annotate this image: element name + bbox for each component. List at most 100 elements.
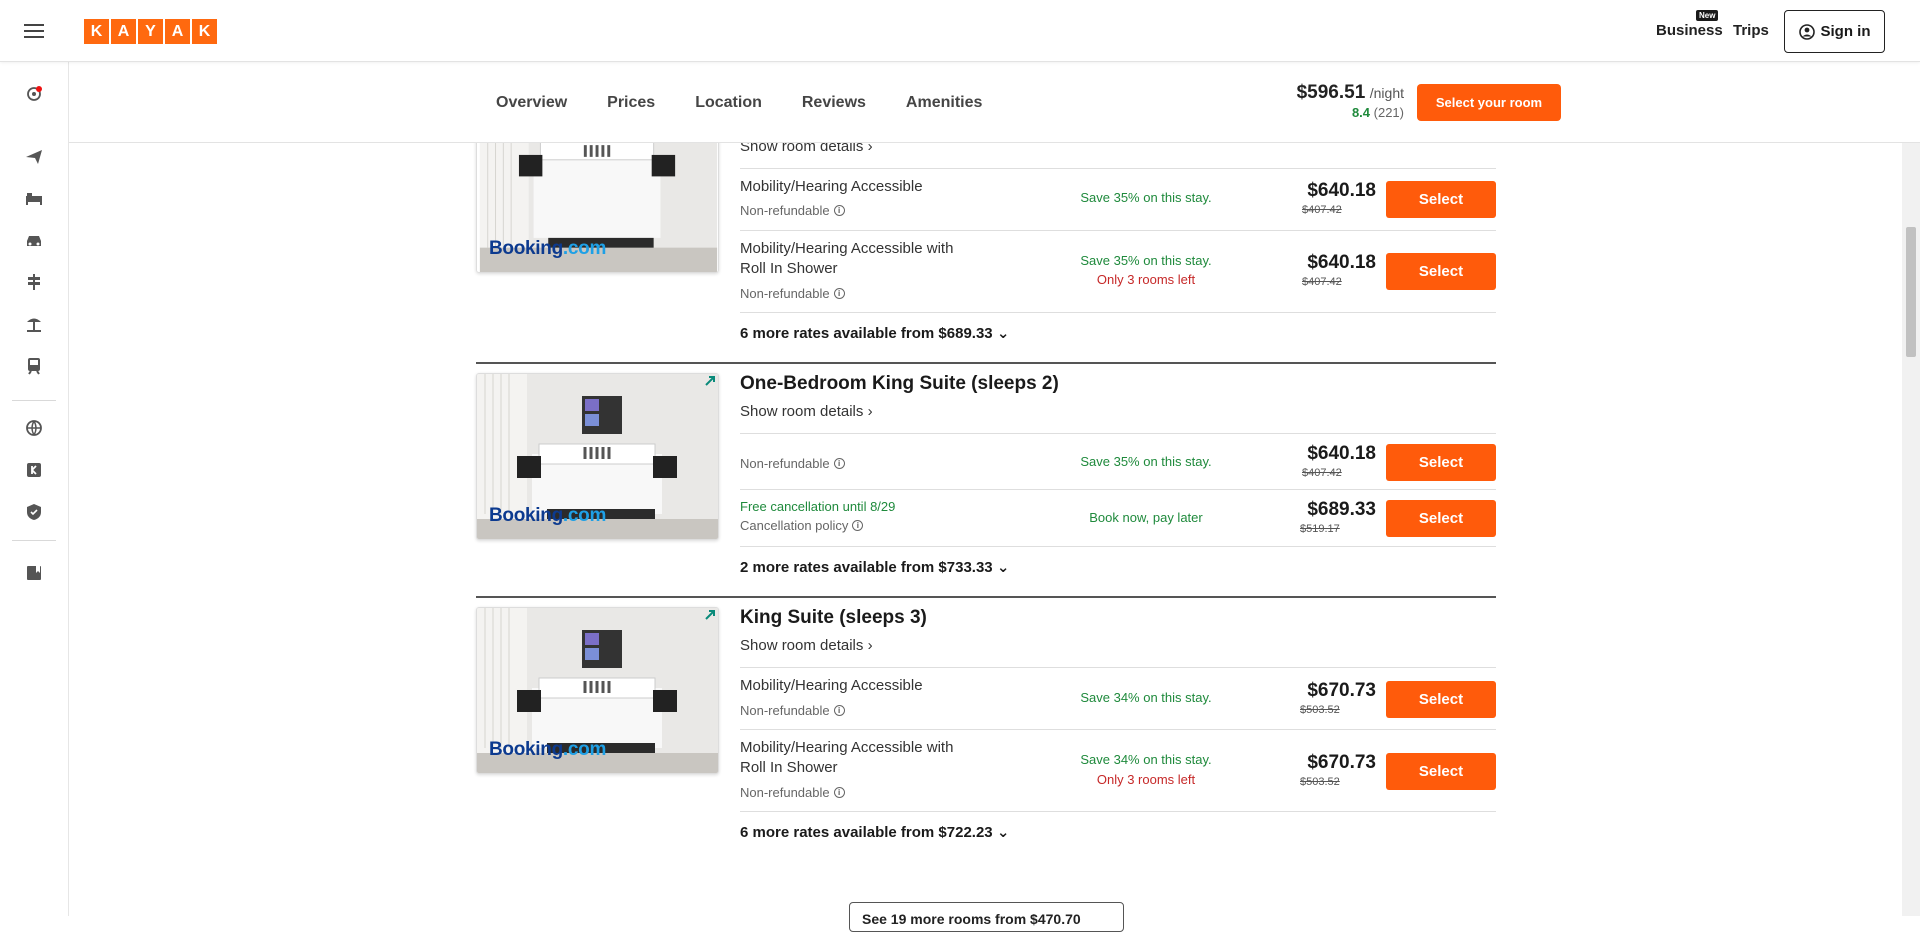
nightly-price: $596.51 [1296,82,1366,103]
original-price: $407.42 [1302,467,1342,479]
room-details-label: Show room details [740,637,864,654]
rate-divider [740,433,1496,434]
room-details-label: Show room details [740,403,864,420]
original-price: $503.52 [1300,704,1340,716]
rate-name: Mobility/Hearing Accessible with [740,739,954,756]
room-title: One-Bedroom King Suite (sleeps 2) [740,373,1059,394]
explore-globe-icon[interactable] [20,414,48,442]
rating-score: 8.4 [1351,105,1371,120]
refund-policy[interactable]: Non-refundable i [740,286,845,301]
show-room-details-link[interactable]: Show room details › [740,637,873,654]
packages-icon[interactable] [20,268,48,296]
notification-icon[interactable] [20,80,48,108]
booking-com-suffix: .com [562,238,607,259]
info-icon[interactable]: i [833,458,845,469]
more-rates-label: 6 more rates available from $722.23 [740,824,993,841]
sign-in-label: Sign in [1820,23,1871,40]
select-button[interactable]: Select [1386,253,1496,290]
pay-later-text: Book now, pay later [1089,510,1203,525]
cancellation-policy-link[interactable]: Cancellation policy i [740,518,864,533]
rate-divider [740,312,1496,313]
flights-icon[interactable] [20,142,48,170]
room-photo[interactable]: Booking.com [476,607,719,774]
rate-name: Mobility/Hearing Accessible [740,178,923,195]
refund-policy[interactable]: Non-refundable i [740,203,845,218]
shield-icon[interactable] [20,498,48,526]
scrollbar-thumb[interactable] [1906,227,1916,357]
rate-name: Mobility/Hearing Accessible [740,677,923,694]
savings-text: Save 35% on this stay. [1080,454,1212,469]
more-rates-link[interactable]: 6 more rates available from $689.33 ⌄ [740,324,1009,342]
trips-beach-icon[interactable] [20,310,48,338]
refund-policy[interactable]: Non-refundable i [740,785,845,800]
more-rates-label: 6 more rates available from $689.33 [740,325,993,342]
kayak-k-icon[interactable] [20,456,48,484]
kayak-logo[interactable]: K A Y A K [84,19,217,44]
availability-note: Only 3 rooms left [1096,772,1196,787]
info-icon[interactable]: i [852,520,864,531]
rate-divider [740,811,1496,812]
tab-overview[interactable]: Overview [496,94,567,112]
booking-com-logo: Booking.com [489,739,607,760]
original-price: $407.42 [1302,204,1342,216]
booking-com-suffix: .com [562,505,607,526]
savings-text: Save 35% on this stay. [1080,190,1212,205]
tab-location[interactable]: Location [695,94,762,112]
rate-name-line2: Roll In Shower [740,260,838,277]
select-button[interactable]: Select [1386,753,1496,790]
sign-in-button[interactable]: Sign in [1784,10,1885,53]
rate-divider [740,729,1496,730]
policy-label: Non-refundable [740,203,830,218]
rail-divider [12,540,56,541]
business-link[interactable]: Business New [1656,10,1723,39]
info-icon[interactable]: i [833,205,845,216]
refund-policy[interactable]: Non-refundable i [740,703,845,718]
info-icon[interactable]: i [833,787,845,798]
rate-price: $640.18 [1307,180,1376,201]
select-button[interactable]: Select [1386,181,1496,218]
rate-divider [740,230,1496,231]
info-icon[interactable]: i [833,705,845,716]
savings-text: Save 35% on this stay. [1080,253,1212,268]
stays-icon[interactable] [20,184,48,212]
cars-icon[interactable] [20,226,48,254]
tab-reviews[interactable]: Reviews [802,94,866,112]
room-section-divider [476,362,1496,364]
see-more-rooms-button[interactable]: See 19 more rooms from $470.70 [849,902,1124,932]
booking-com-logo: Booking.com [489,238,607,259]
original-price: $519.17 [1300,523,1340,535]
hotel-subnav: Overview Prices Location Reviews Ameniti… [69,62,1920,143]
select-your-room-button[interactable]: Select your room [1417,84,1561,121]
rate-name: Mobility/Hearing Accessible with [740,240,954,257]
expand-icon[interactable] [703,374,717,388]
new-badge: New [1696,10,1719,21]
select-button[interactable]: Select [1386,681,1496,718]
trains-icon[interactable] [20,352,48,380]
more-rates-link[interactable]: 2 more rates available from $733.33 ⌄ [740,558,1009,576]
wishlist-icon[interactable] [20,559,48,587]
trips-link[interactable]: Trips [1733,22,1769,39]
rate-price: $640.18 [1307,252,1376,273]
availability-note: Only 3 rooms left [1096,272,1196,287]
rail-divider [12,400,56,401]
select-button[interactable]: Select [1386,444,1496,481]
user-circle-icon [1798,23,1815,40]
select-button[interactable]: Select [1386,500,1496,537]
original-price: $407.42 [1302,276,1342,288]
tab-prices[interactable]: Prices [607,94,655,112]
rate-price: $689.33 [1307,499,1376,520]
left-rail [0,0,69,916]
rate-price: $670.73 [1307,680,1376,701]
savings-text: Save 34% on this stay. [1080,690,1212,705]
top-bar: K A Y A K Business New Trips Sign in [0,0,1920,62]
expand-icon[interactable] [703,608,717,622]
more-rates-link[interactable]: 6 more rates available from $722.23 ⌄ [740,823,1009,841]
show-room-details-link[interactable]: Show room details › [740,403,873,420]
room-photo[interactable]: Booking.com [476,373,719,540]
nightly-price-summary: $596.51 /night 8.4 (221) [1224,82,1404,120]
info-icon[interactable]: i [833,288,845,299]
menu-icon[interactable] [20,17,48,45]
refund-policy[interactable]: Non-refundable i [740,456,845,471]
room-title: King Suite (sleeps 3) [740,607,927,628]
tab-amenities[interactable]: Amenities [906,94,982,112]
